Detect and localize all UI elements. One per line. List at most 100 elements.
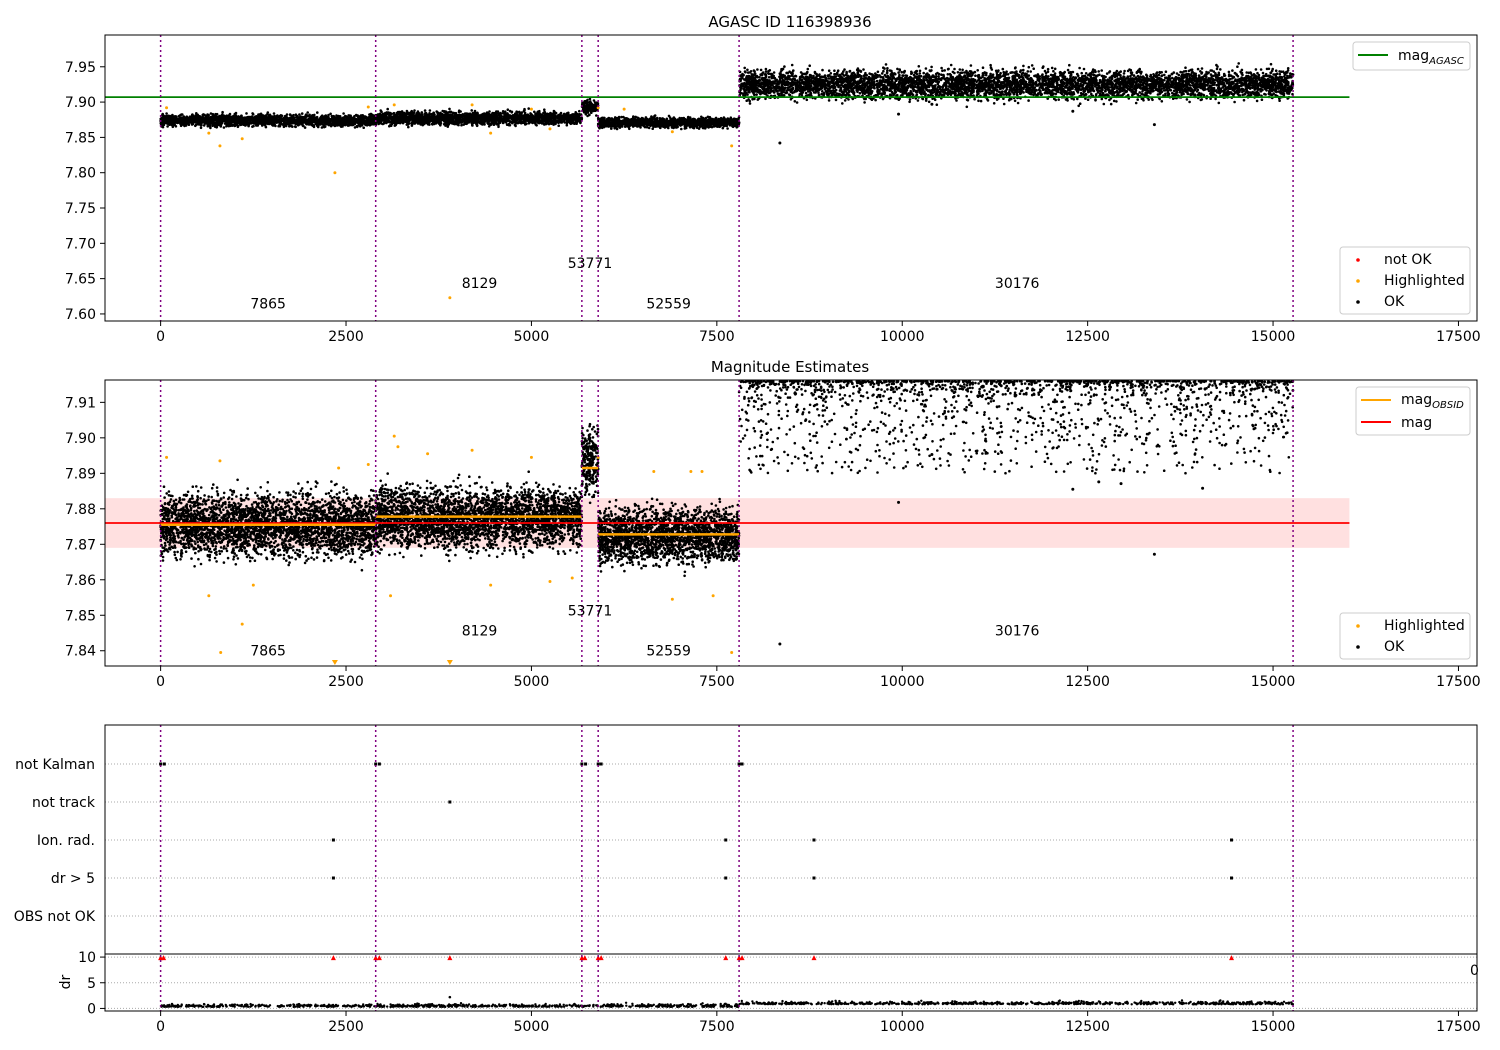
ok-point xyxy=(167,117,170,120)
ok-point xyxy=(195,112,198,115)
ok-point xyxy=(496,117,499,120)
ok-point xyxy=(394,118,397,121)
ok-point xyxy=(462,113,465,116)
ok-point xyxy=(218,115,221,118)
ok-point xyxy=(341,119,344,122)
ok-point xyxy=(585,100,588,103)
ok-point xyxy=(243,122,246,125)
ok-point xyxy=(426,114,429,117)
ok-point xyxy=(412,112,415,115)
ok-point xyxy=(163,121,166,124)
ok-point xyxy=(305,113,308,116)
ok-point xyxy=(294,122,297,125)
ok-point xyxy=(228,114,231,117)
ok-point xyxy=(584,109,587,112)
ok-point xyxy=(177,121,180,124)
ok-point xyxy=(570,114,573,117)
ok-point xyxy=(498,119,501,122)
ok-point xyxy=(426,120,429,123)
ok-point xyxy=(668,115,671,118)
ok-point xyxy=(425,112,428,115)
ok-point xyxy=(508,116,511,119)
ok-point xyxy=(458,117,461,120)
ok-point xyxy=(488,125,491,128)
ok-point xyxy=(380,119,383,122)
ok-point xyxy=(514,125,517,128)
ok-point xyxy=(258,120,261,123)
ok-point xyxy=(406,111,409,114)
ok-point xyxy=(507,108,510,111)
ok-point xyxy=(332,117,335,120)
ok-point xyxy=(469,113,472,116)
ok-point xyxy=(389,121,392,124)
agasc-panel-title: AGASC ID 116398936 xyxy=(708,13,871,31)
ok-point xyxy=(417,110,420,113)
ok-point xyxy=(343,122,346,125)
ok-point xyxy=(292,114,295,117)
ok-point xyxy=(301,112,304,115)
ok-point xyxy=(494,114,497,117)
ok-point xyxy=(569,117,572,120)
ok-point xyxy=(385,116,388,119)
ok-point xyxy=(216,113,219,116)
ok-point xyxy=(316,111,319,114)
ok-point xyxy=(175,116,178,119)
ok-point xyxy=(251,125,254,128)
ok-point xyxy=(336,119,339,122)
ok-point xyxy=(500,112,503,115)
ok-point xyxy=(257,117,260,120)
ok-point xyxy=(215,115,218,118)
ok-point xyxy=(523,120,526,123)
ok-point xyxy=(560,119,563,122)
ok-point xyxy=(463,120,466,123)
ok-point xyxy=(470,109,473,112)
ok-point xyxy=(564,121,567,124)
ok-point xyxy=(210,122,213,125)
ok-point xyxy=(520,120,523,123)
ok-point xyxy=(429,116,432,119)
ok-point xyxy=(424,109,427,112)
ok-point xyxy=(289,120,292,123)
ok-point xyxy=(525,123,528,126)
ok-point xyxy=(418,116,421,119)
ok-point xyxy=(413,109,416,112)
ok-point xyxy=(303,116,306,119)
ok-point xyxy=(206,119,209,122)
ok-point xyxy=(388,125,391,128)
ok-point xyxy=(223,126,226,129)
ok-point xyxy=(271,119,274,122)
ok-point xyxy=(356,114,359,117)
ok-point xyxy=(314,116,317,119)
ok-point xyxy=(215,124,218,127)
ok-point xyxy=(524,112,527,115)
ok-point xyxy=(288,124,291,127)
ok-point xyxy=(526,115,529,118)
ok-point xyxy=(277,125,280,128)
ok-point xyxy=(464,112,467,115)
ok-point xyxy=(566,124,569,127)
ok-point xyxy=(440,122,443,125)
ok-point xyxy=(400,116,403,119)
ok-point xyxy=(231,124,234,127)
ok-point xyxy=(239,123,242,126)
ok-point xyxy=(486,111,489,114)
ok-point xyxy=(393,112,396,115)
ok-point xyxy=(456,122,459,125)
ok-point xyxy=(543,112,546,115)
ok-point xyxy=(407,126,410,129)
ok-point xyxy=(454,121,457,124)
ok-point xyxy=(448,108,451,111)
ok-point xyxy=(575,122,578,125)
ok-point xyxy=(397,113,400,116)
ok-point xyxy=(252,120,255,123)
ok-point xyxy=(226,122,229,125)
ok-point xyxy=(172,119,175,122)
ok-point xyxy=(547,118,550,121)
ok-point xyxy=(497,113,500,116)
ok-point xyxy=(342,116,345,119)
ok-point xyxy=(541,119,544,122)
ok-point xyxy=(225,118,228,121)
ok-point xyxy=(390,116,393,119)
ok-point xyxy=(443,116,446,119)
ok-point xyxy=(282,118,285,121)
